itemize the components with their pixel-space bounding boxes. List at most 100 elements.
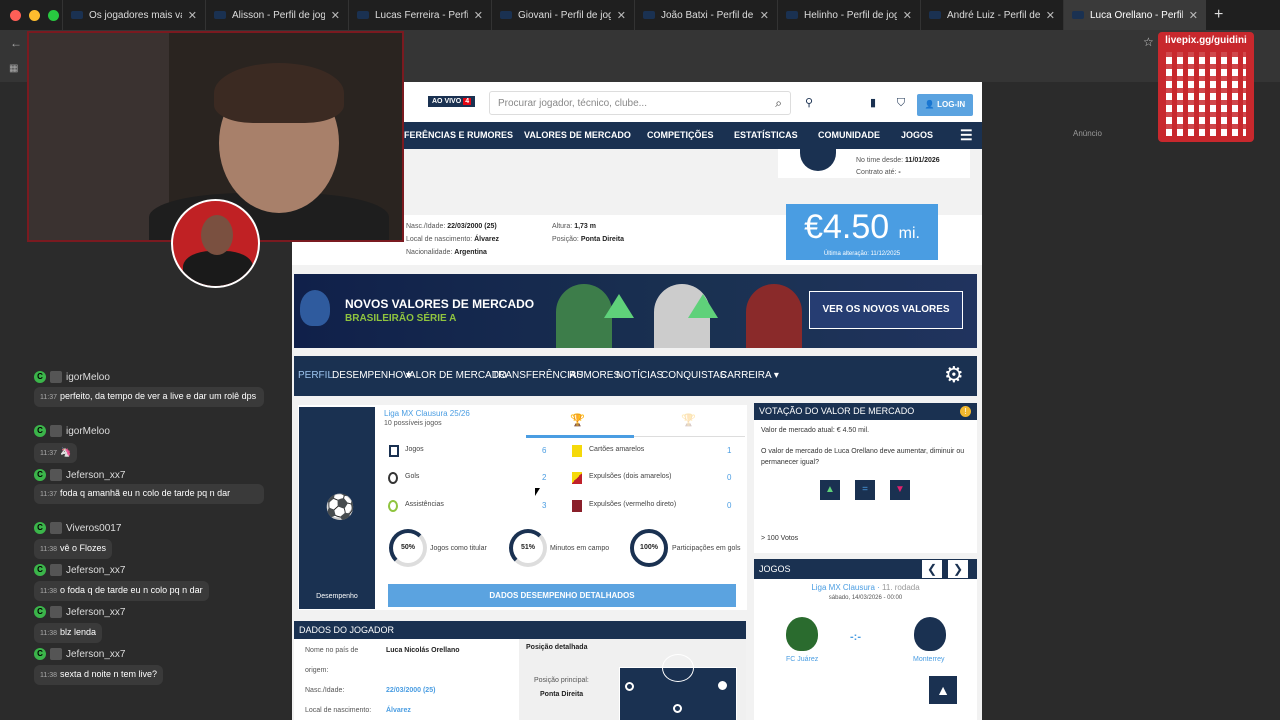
stat-value[interactable]: 3: [542, 501, 546, 510]
browser-tab[interactable]: Lucas Ferreira - Perfil de ✕: [348, 0, 491, 30]
vote-down-button[interactable]: ▼: [890, 480, 910, 500]
player-info-right: Altura: 1,73 m Posição: Ponta Direita: [552, 220, 624, 246]
nav-item-competitions[interactable]: COMPETIÇÕES: [647, 130, 714, 140]
market-value-box[interactable]: €4.50 mi. Última alteração: 11/12/2025: [786, 204, 938, 260]
brasileirao-logo-icon: [300, 290, 330, 326]
since-value: 11/01/2026: [905, 157, 940, 164]
detailed-stats-button[interactable]: DADOS DESEMPENHO DETALHADOS: [388, 584, 736, 607]
browser-tab[interactable]: Os jogadores mais valios ✕: [62, 0, 205, 30]
new-tab-icon[interactable]: +: [1206, 6, 1223, 24]
subnav-news[interactable]: NOTÍCIAS: [616, 370, 663, 381]
club-crest-icon[interactable]: [800, 147, 836, 171]
stat-value[interactable]: 1: [727, 446, 731, 455]
close-tab-icon[interactable]: ✕: [617, 9, 626, 22]
nationality-value[interactable]: Argentina: [454, 249, 487, 256]
browser-tab[interactable]: André Luiz - Perfil de joga ✕: [920, 0, 1063, 30]
liga-mx-logo-icon[interactable]: 🏆: [570, 413, 585, 427]
monterrey-crest-icon[interactable]: [914, 617, 946, 651]
nav-item-transfers[interactable]: FERÊNCIAS E RUMORES: [404, 130, 513, 140]
prev-arrow-icon[interactable]: ❮: [922, 560, 942, 578]
nav-item-community[interactable]: COMUNIDADE: [818, 130, 880, 140]
game-score[interactable]: -:-: [850, 631, 861, 643]
nationality-label: Nacionalidade:: [406, 249, 453, 256]
shield-icon[interactable]: ⛉: [892, 94, 910, 112]
game-league-name[interactable]: Liga MX Clausura: [811, 583, 875, 592]
close-tab-icon[interactable]: ✕: [188, 9, 197, 22]
close-tab-icon[interactable]: ✕: [903, 9, 912, 22]
browser-tab[interactable]: Giovani - Perfil de jogado ✕: [491, 0, 634, 30]
main-position-value: Ponta Direita: [540, 691, 584, 698]
stat-value[interactable]: 6: [542, 446, 546, 455]
competition-logo-icon[interactable]: 🏆: [681, 413, 696, 427]
stat-value[interactable]: 0: [727, 501, 731, 510]
home-team[interactable]: FC Juárez: [786, 656, 818, 663]
menu-hamburger-icon[interactable]: ☰: [960, 127, 973, 144]
close-tab-icon[interactable]: ✕: [474, 9, 483, 22]
close-tab-icon[interactable]: ✕: [760, 9, 769, 22]
promo-banner[interactable]: NOVOS VALORES DE MERCADO BRASILEIRÃO SÉR…: [294, 274, 977, 348]
stat-value[interactable]: 2: [542, 473, 546, 482]
vote-title: VOTAÇÃO DO VALOR DE MERCADO: [754, 403, 977, 420]
close-tab-icon[interactable]: ✕: [1046, 9, 1055, 22]
chat-message: 11:38 o foda q de tarde eu n colo pq n da…: [34, 581, 209, 601]
subnav-career[interactable]: CARREIRA ▾: [720, 370, 779, 381]
login-button[interactable]: 👤 LOG-IN: [917, 94, 973, 116]
avatar-icon: [50, 564, 62, 576]
minimize-window-button[interactable]: [29, 9, 40, 21]
settings-gear-icon[interactable]: ⚙: [944, 362, 964, 388]
league-link[interactable]: Liga MX Clausura 25/26: [384, 409, 470, 418]
nav-item-market-values[interactable]: VALORES DE MERCADO: [524, 130, 631, 140]
user-search-icon[interactable]: ⚲: [800, 94, 818, 112]
pitch-diagram: [619, 654, 737, 720]
away-team[interactable]: Monterrey: [913, 656, 945, 663]
search-icon[interactable]: ⌕: [775, 96, 782, 111]
sub-badge-icon: C: [34, 648, 46, 660]
browser-tab-active[interactable]: Luca Orellano - Perfil de j ✕: [1063, 0, 1206, 30]
subnav-performance[interactable]: DESEMPENHO ▾: [332, 370, 411, 381]
live-badge[interactable]: AO VIVO 4: [428, 96, 476, 107]
fc-juarez-crest-icon[interactable]: [786, 617, 818, 651]
place-value[interactable]: Álvarez: [386, 707, 411, 714]
browser-tab-bar: Os jogadores mais valios ✕ Alisson - Perf…: [0, 0, 1280, 30]
close-window-button[interactable]: [10, 9, 21, 21]
birth-value[interactable]: 22/03/2000 (25): [386, 687, 435, 694]
chat-user: CigorMeloo: [34, 370, 110, 384]
close-tab-icon[interactable]: ✕: [331, 9, 340, 22]
nav-item-games[interactable]: JOGOS: [901, 130, 933, 140]
bookmark-star-icon[interactable]: ☆: [1143, 35, 1154, 49]
subnav-rumors[interactable]: RUMORES: [569, 370, 620, 381]
stat-value[interactable]: 0: [727, 473, 731, 482]
performance-side-panel[interactable]: ⚽ Desempenho: [299, 407, 375, 609]
browser-tab[interactable]: Alisson - Perfil de jogado ✕: [205, 0, 348, 30]
market-value-vote: VOTAÇÃO DO VALOR DE MERCADO ! Valor de m…: [754, 403, 977, 553]
chat-username: Jeferson_xx7: [66, 469, 126, 481]
position-detail-title: Posição detalhada: [526, 644, 588, 651]
search-input[interactable]: Procurar jogador, técnico, clube... ⌕: [489, 91, 791, 115]
see-new-values-button[interactable]: VER OS NOVOS VALORES: [809, 291, 963, 329]
scroll-top-arrow-icon[interactable]: ▲: [929, 676, 957, 704]
possible-games: 10 possíveis jogos: [384, 420, 442, 427]
maximize-window-button[interactable]: [48, 9, 59, 21]
bookmark-icon[interactable]: ▮: [864, 94, 882, 112]
info-icon[interactable]: !: [960, 406, 971, 417]
chat-user: C Viveros0017: [34, 521, 121, 535]
player-info-left: Nasc./Idade: 22/03/2000 (25) Local de na…: [406, 220, 499, 259]
site-favicon-icon: [929, 11, 941, 19]
apps-grid-icon[interactable]: ▦: [9, 63, 18, 74]
browser-tab[interactable]: Helinho - Perfil de jogado ✕: [777, 0, 920, 30]
close-tab-icon[interactable]: ✕: [1189, 9, 1198, 22]
back-arrow-icon[interactable]: ←: [10, 36, 22, 50]
place-value[interactable]: Álvarez: [474, 236, 499, 243]
vote-count: > 100 Votos: [761, 535, 799, 542]
contract-value: -: [898, 169, 901, 176]
vote-equal-button[interactable]: =: [855, 480, 875, 500]
browser-tab[interactable]: João Batxi - Perfil de joga ✕: [634, 0, 777, 30]
mouse-cursor-icon: [535, 488, 540, 496]
nav-item-statistics[interactable]: ESTATÍSTICAS: [734, 130, 798, 140]
subnav-achievements[interactable]: CONQUISTAS: [661, 370, 726, 381]
performance-card: ⚽ Desempenho Liga MX Clausura 25/26 10 p…: [298, 405, 747, 610]
position-label: Posição:: [552, 236, 579, 243]
vote-up-button[interactable]: ▲: [820, 480, 840, 500]
subnav-profile[interactable]: PERFIL: [298, 370, 333, 381]
next-arrow-icon[interactable]: ❯: [948, 560, 968, 578]
